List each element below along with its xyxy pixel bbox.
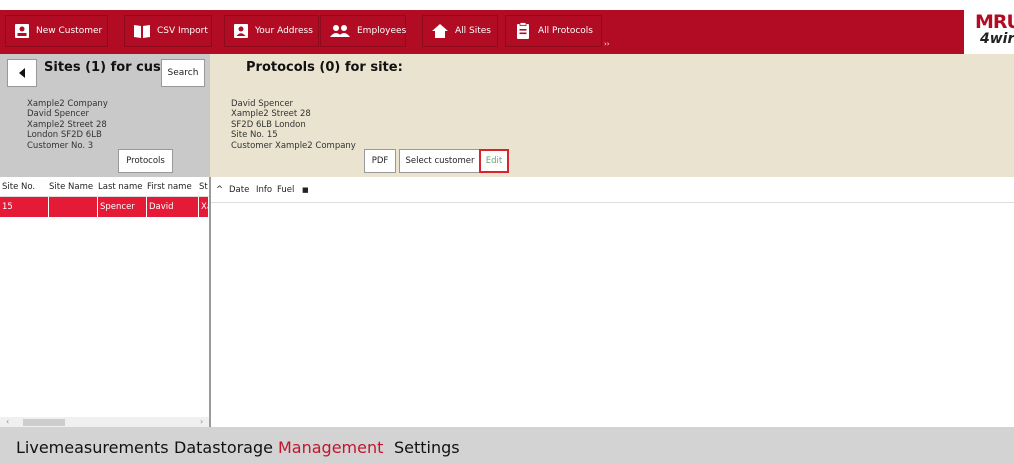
column-header-street[interactable]: St [199, 177, 209, 197]
scroll-right-icon[interactable]: › [200, 417, 203, 427]
column-header-first-name[interactable]: First name [147, 177, 199, 197]
select-customer-button[interactable]: Select customer [399, 149, 481, 173]
all-sites-button[interactable]: All Sites [422, 15, 498, 47]
nav-settings[interactable]: Settings [394, 438, 460, 457]
bottom-navigation: Livemeasurements Datastorage Management … [0, 427, 1014, 464]
back-button[interactable] [7, 59, 37, 87]
cell-site-no: 15 [0, 197, 49, 217]
protocols-button[interactable]: Protocols [118, 149, 173, 173]
new-customer-button[interactable]: New Customer [5, 15, 108, 47]
mru-logo: MRU 4wir [964, 10, 1014, 54]
top-strip [0, 0, 1014, 10]
search-button[interactable]: Search [161, 59, 205, 87]
new-customer-label: New Customer [36, 26, 103, 36]
column-header-last-name[interactable]: Last name [98, 177, 147, 197]
cell-street: Xa [199, 197, 209, 217]
column-header-marker-icon[interactable]: ■ [302, 177, 309, 203]
sites-table: Site No. Site Name Last name First name … [0, 177, 209, 427]
address-card-icon [233, 22, 249, 40]
column-header-date[interactable]: Date [229, 177, 249, 203]
site-address-line: Site No. 15 [231, 130, 278, 141]
nav-management[interactable]: Management [278, 438, 383, 457]
clipboard-icon [514, 22, 532, 40]
site-address-line: Customer Xample2 Company [231, 140, 356, 151]
horizontal-scrollbar[interactable]: ‹ › [0, 417, 209, 427]
customer-address: Xample2 Company David Spencer Xample2 St… [27, 99, 108, 151]
csv-import-label: CSV Import [157, 26, 208, 36]
home-icon [431, 22, 449, 40]
logo-text-sub: 4wir [980, 31, 1014, 47]
customer-address-line: London SF2D 6LB [27, 130, 102, 141]
your-address-button[interactable]: Your Address [224, 15, 319, 47]
site-address-line: SF2D 6LB London [231, 119, 306, 130]
site-address-line: Xample2 Street 28 [231, 109, 311, 120]
table-row[interactable]: 15 Spencer David Xa [0, 197, 209, 217]
customer-card-icon [14, 22, 30, 40]
nav-datastorage[interactable]: Datastorage [174, 438, 273, 457]
protocols-table-header: ^ Date Info Fuel ■ [211, 177, 1014, 203]
people-icon [329, 22, 351, 40]
column-header-site-no[interactable]: Site No. [0, 177, 49, 197]
cell-first-name: David [147, 197, 199, 217]
all-protocols-button[interactable]: All Protocols [505, 15, 602, 47]
customer-address-line: Xample2 Street 28 [27, 119, 107, 130]
toolbar-overflow-icon[interactable]: ›› [604, 40, 610, 48]
protocols-panel-title: Protocols (0) for site: [246, 60, 403, 75]
edit-button[interactable]: Edit [479, 149, 509, 173]
back-arrow-icon [19, 68, 25, 78]
all-protocols-label: All Protocols [538, 26, 593, 36]
employees-label: Employees [357, 26, 407, 36]
column-header-site-name[interactable]: Site Name [49, 177, 98, 197]
main-toolbar: New Customer CSV Import Your Address Emp… [0, 10, 1014, 54]
sites-panel: Sites (1) for customer Search Xample2 Co… [0, 54, 210, 177]
protocols-table: ^ Date Info Fuel ■ [211, 177, 1014, 427]
cell-site-name [49, 197, 98, 217]
column-header-fuel[interactable]: Fuel [277, 177, 294, 203]
employees-button[interactable]: Employees [320, 15, 406, 47]
logo-text-main: MRU [975, 11, 1014, 33]
scroll-left-icon[interactable]: ‹ [6, 417, 9, 427]
customer-address-line: Customer No. 3 [27, 140, 94, 151]
sites-panel-title: Sites (1) for customer [44, 60, 162, 75]
site-address: David Spencer Xample2 Street 28 SF2D 6LB… [231, 99, 356, 151]
protocols-panel: Protocols (0) for site: David Spencer Xa… [210, 54, 1014, 177]
site-address-line: David Spencer [231, 99, 294, 109]
sites-table-header: Site No. Site Name Last name First name … [0, 177, 209, 197]
your-address-label: Your Address [255, 26, 313, 36]
nav-livemeasurements[interactable]: Livemeasurements [16, 438, 169, 457]
sort-caret-icon[interactable]: ^ [216, 177, 223, 203]
all-sites-label: All Sites [455, 26, 491, 36]
column-header-info[interactable]: Info [256, 177, 272, 203]
scrollbar-thumb[interactable] [23, 419, 65, 426]
pdf-button[interactable]: PDF [364, 149, 396, 173]
csv-import-button[interactable]: CSV Import [124, 15, 212, 47]
cell-last-name: Spencer [98, 197, 147, 217]
customer-address-line: Xample2 Company [27, 99, 108, 109]
customer-address-line: David Spencer [27, 109, 90, 120]
open-book-icon [133, 22, 151, 40]
